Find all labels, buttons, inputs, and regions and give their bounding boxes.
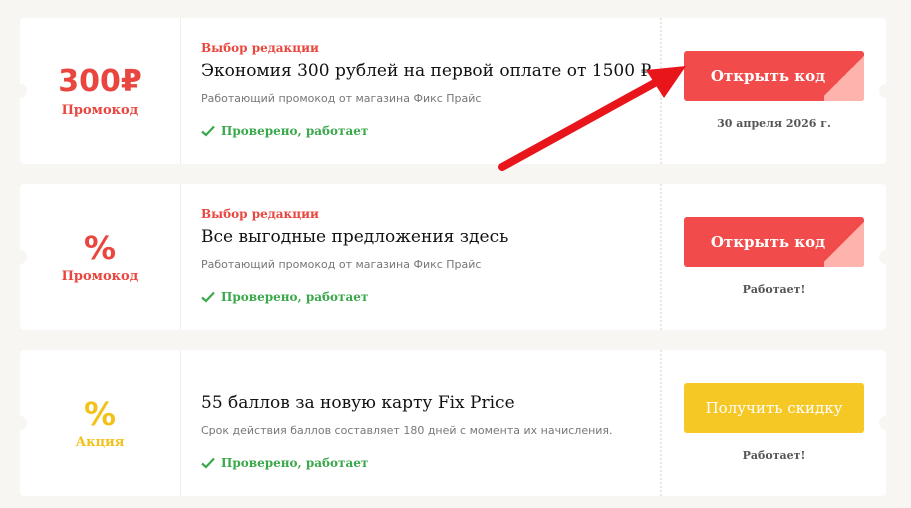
coupon-info: 55 баллов за новую карту Fix Price Срок … [181, 350, 660, 496]
get-discount-button[interactable]: Получить скидку [684, 383, 864, 433]
coupon-action: Получить скидку Работает! [660, 350, 886, 496]
get-discount-button-label: Получить скидку [705, 399, 843, 417]
coupon-value-block: 300₽ Промокод [20, 18, 181, 164]
open-code-button[interactable]: Открыть код [684, 217, 864, 267]
coupon-action: Открыть код Работает! [660, 184, 886, 330]
coupon-kind: Акция [75, 434, 125, 450]
coupon-info: Выбор редакции Экономия 300 рублей на пе… [181, 18, 660, 164]
editor-choice-label: Выбор редакции [201, 41, 319, 55]
open-code-button[interactable]: Открыть код [684, 51, 864, 101]
verified-status: Проверено, работает [201, 456, 368, 470]
coupon-title[interactable]: 55 баллов за новую карту Fix Price [201, 391, 660, 415]
coupon-description: Работающий промокод от магазина Фикс Пра… [201, 92, 482, 105]
coupon-amount: % [83, 228, 117, 267]
editor-choice-label: Выбор редакции [201, 207, 319, 221]
coupon-kind: Промокод [61, 268, 139, 284]
coupon-value-block: % Промокод [20, 184, 181, 330]
open-code-button-label: Открыть код [710, 67, 826, 85]
coupon-card: 300₽ Промокод Выбор редакции Экономия 30… [13, 18, 893, 164]
coupon-list: 300₽ Промокод Выбор редакции Экономия 30… [13, 18, 893, 496]
coupon-info: Выбор редакции Все выгодные предложения … [181, 184, 660, 330]
coupon-card: % Промокод Выбор редакции Все выгодные п… [13, 184, 893, 330]
verified-status: Проверено, работает [201, 290, 368, 304]
coupon-description: Работающий промокод от магазина Фикс Пра… [201, 258, 482, 271]
coupon-value-block: % Акция [20, 350, 181, 496]
coupon-title[interactable]: Все выгодные предложения здесь [201, 225, 660, 249]
verified-status: Проверено, работает [201, 124, 368, 138]
open-code-button-label: Открыть код [710, 233, 826, 251]
verified-label: Проверено, работает [221, 456, 369, 470]
status-note: Работает! [742, 283, 806, 296]
coupon-amount: 300₽ [58, 63, 142, 99]
coupon-amount: % [83, 394, 117, 433]
coupon-description: Срок действия баллов составляет 180 дней… [201, 424, 613, 437]
check-icon [201, 291, 215, 303]
coupon-action: Открыть код 30 апреля 2026 г. [660, 18, 886, 164]
status-note: Работает! [742, 449, 806, 462]
editor-choice-label [201, 372, 660, 388]
coupon-title[interactable]: Экономия 300 рублей на первой оплате от … [201, 59, 660, 83]
verified-label: Проверено, работает [221, 124, 369, 138]
expiry-date: 30 апреля 2026 г. [717, 117, 831, 130]
coupon-card: % Акция 55 баллов за новую карту Fix Pri… [13, 350, 893, 496]
coupon-kind: Промокод [61, 102, 139, 118]
check-icon [201, 457, 215, 469]
verified-label: Проверено, работает [221, 290, 369, 304]
check-icon [201, 125, 215, 137]
